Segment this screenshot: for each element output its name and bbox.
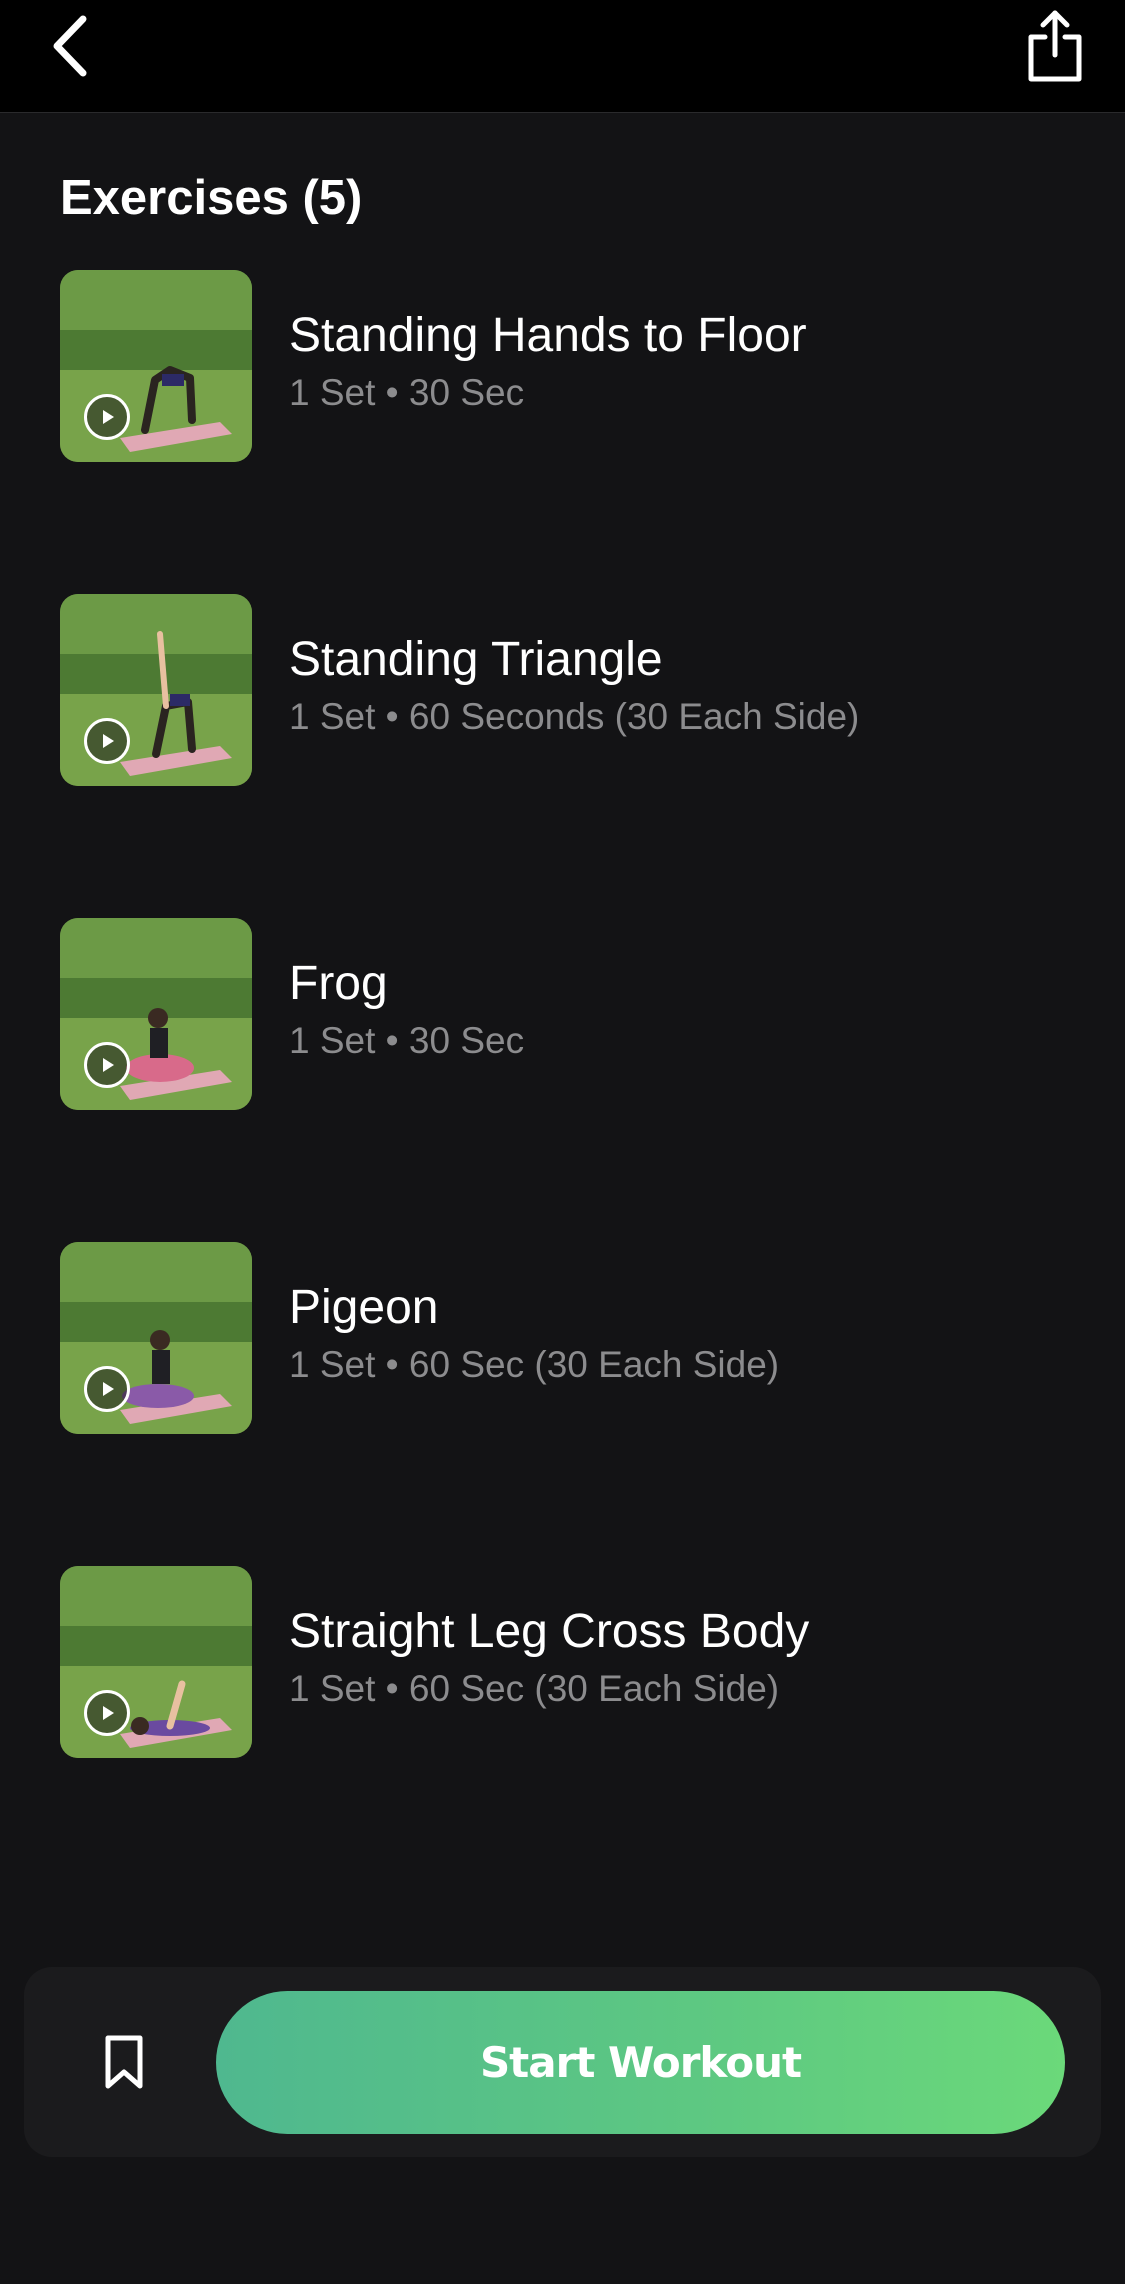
exercise-thumbnail[interactable] (60, 918, 252, 1110)
top-navigation-bar (0, 0, 1125, 113)
bottom-action-panel: Start Workout (24, 1967, 1101, 2157)
exercise-thumbnail[interactable] (60, 270, 252, 462)
exercise-thumbnail[interactable] (60, 1242, 252, 1434)
play-icon (103, 734, 114, 748)
exercise-item[interactable]: Standing Triangle 1 Set • 60 Seconds (30… (0, 594, 1125, 918)
bookmark-button[interactable] (84, 2022, 164, 2102)
start-workout-button[interactable]: Start Workout (216, 1991, 1065, 2134)
play-icon (103, 1706, 114, 1720)
exercise-thumbnail[interactable] (60, 594, 252, 786)
share-icon (1028, 10, 1082, 82)
exercise-detail: 1 Set • 60 Sec (30 Each Side) (289, 1344, 780, 1385)
play-button[interactable] (84, 394, 130, 440)
exercise-list: Standing Hands to Floor 1 Set • 30 Sec S… (0, 270, 1125, 1890)
exercise-name: Frog (289, 957, 388, 1010)
play-icon (103, 410, 114, 424)
exercise-detail: 1 Set • 60 Seconds (30 Each Side) (289, 696, 860, 737)
exercise-name: Straight Leg Cross Body (289, 1605, 810, 1658)
exercise-photo (60, 918, 252, 1110)
chevron-left-icon (53, 15, 87, 77)
play-button[interactable] (84, 1042, 130, 1088)
play-button[interactable] (84, 718, 130, 764)
exercise-info: Pigeon 1 Set • 60 Sec (30 Each Side) (289, 1280, 779, 1390)
exercise-photo (60, 1242, 252, 1434)
exercise-item[interactable]: Straight Leg Cross Body 1 Set • 60 Sec (… (0, 1566, 1125, 1890)
exercise-detail: 1 Set • 60 Sec (30 Each Side) (289, 1668, 780, 1709)
exercise-info: Straight Leg Cross Body 1 Set • 60 Sec (… (289, 1604, 809, 1714)
exercise-detail: 1 Set • 30 Sec (289, 1020, 525, 1061)
exercise-item[interactable]: Frog 1 Set • 30 Sec (0, 918, 1125, 1242)
exercise-item[interactable]: Standing Hands to Floor 1 Set • 30 Sec (0, 270, 1125, 594)
play-button[interactable] (84, 1690, 130, 1736)
bookmark-icon (105, 2035, 143, 2089)
exercise-item[interactable]: Pigeon 1 Set • 60 Sec (30 Each Side) (0, 1242, 1125, 1566)
exercise-info: Frog 1 Set • 30 Sec (289, 956, 524, 1066)
exercise-info: Standing Triangle 1 Set • 60 Seconds (30… (289, 632, 859, 742)
share-button[interactable] (1015, 2, 1095, 90)
exercise-photo (60, 270, 252, 462)
play-button[interactable] (84, 1366, 130, 1412)
exercise-name: Standing Triangle (289, 633, 663, 686)
exercise-detail: 1 Set • 30 Sec (289, 372, 525, 413)
exercise-photo (60, 1566, 252, 1758)
exercise-info: Standing Hands to Floor 1 Set • 30 Sec (289, 308, 807, 418)
exercise-name: Pigeon (289, 1281, 439, 1334)
exercise-name: Standing Hands to Floor (289, 309, 807, 362)
play-icon (103, 1382, 114, 1396)
play-icon (103, 1058, 114, 1072)
exercises-heading: Exercises (5) (60, 171, 363, 225)
exercise-photo (60, 594, 252, 786)
back-button[interactable] (30, 6, 110, 86)
exercise-thumbnail[interactable] (60, 1566, 252, 1758)
